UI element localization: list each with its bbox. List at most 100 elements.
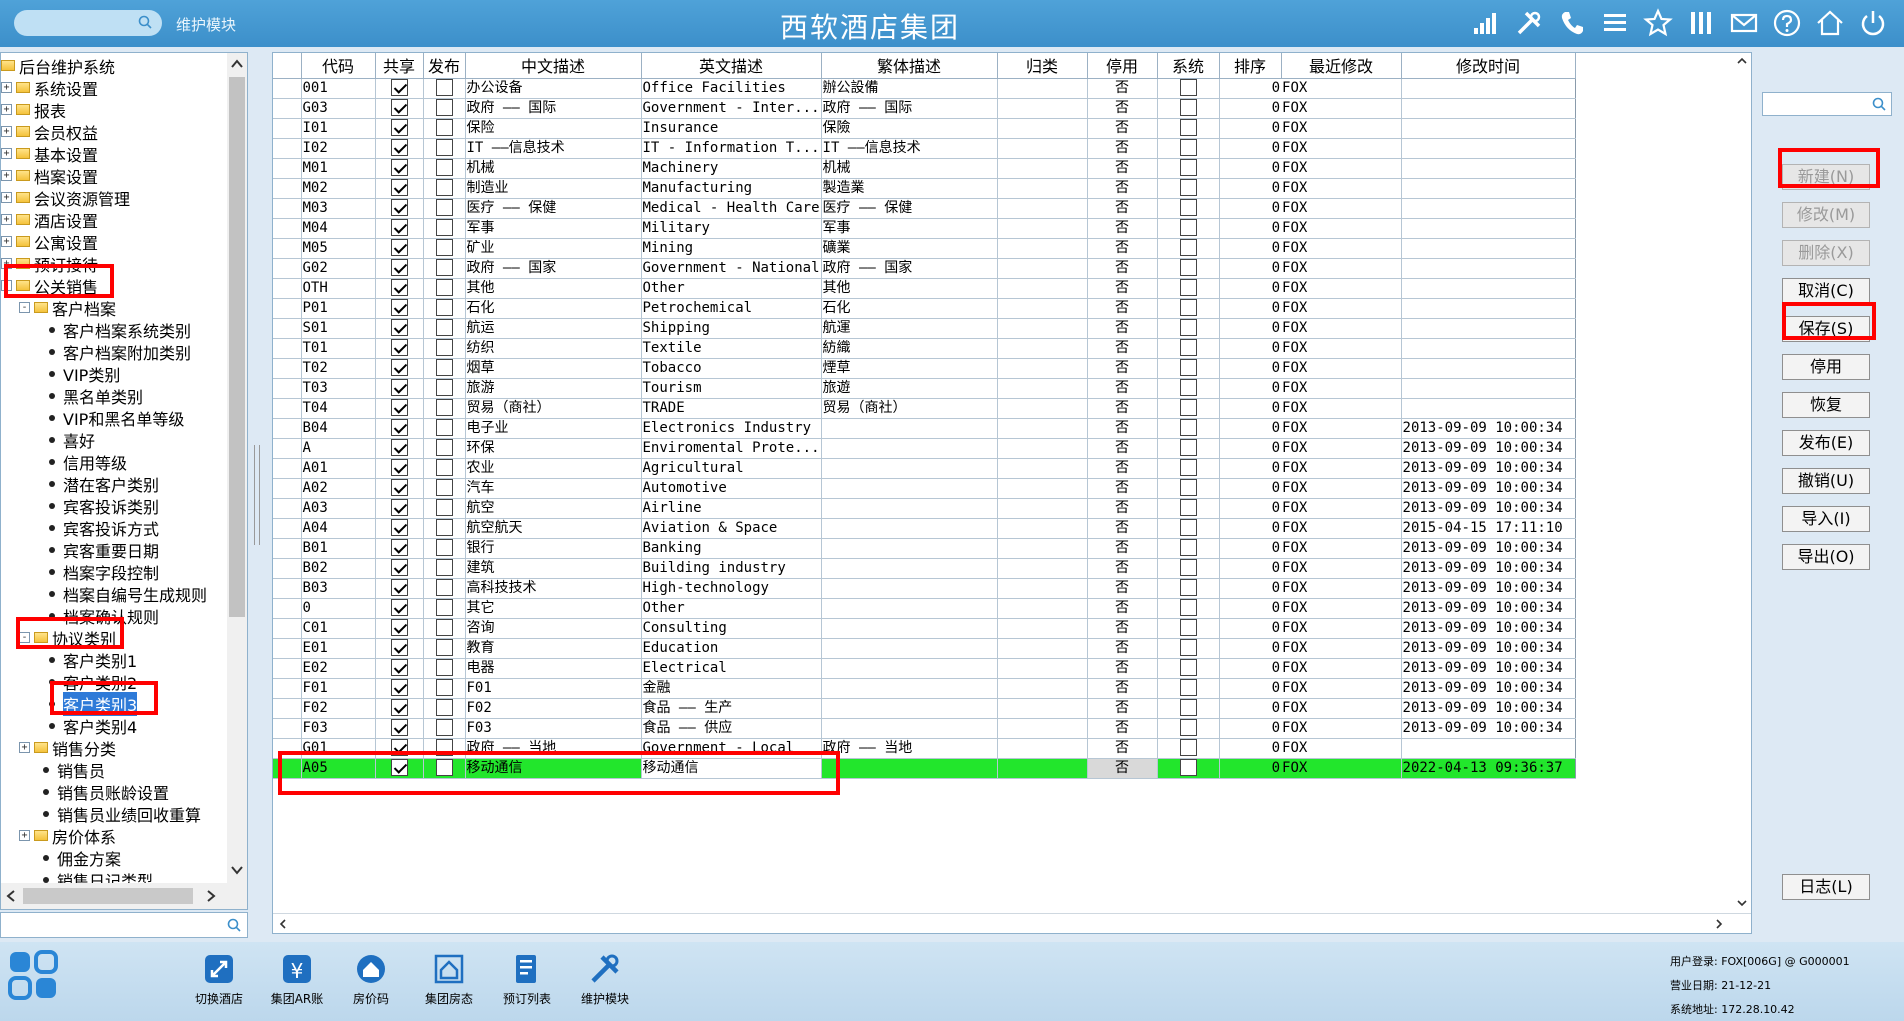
disabled-flag-cell[interactable]: 否 [1087, 518, 1158, 539]
share-checkbox[interactable] [390, 579, 408, 596]
publish-checkbox[interactable] [435, 519, 453, 536]
modified-time-cell[interactable]: 2013-09-09 10:00:34 [1401, 658, 1576, 679]
category-cell[interactable] [997, 218, 1088, 239]
tw-desc-cell[interactable]: 贸易（商社） [821, 398, 998, 419]
disabled-flag-cell[interactable]: 否 [1087, 158, 1158, 179]
table-row[interactable]: G01 政府 —— 当地 Government - Local 政府 —— 当地 否 0 F… [273, 738, 1576, 759]
disabled-flag-cell[interactable]: 否 [1087, 338, 1158, 359]
system-checkbox[interactable] [1179, 339, 1197, 356]
home-icon[interactable] [1813, 6, 1847, 40]
tw-desc-cell[interactable]: 政府 —— 国家 [821, 258, 998, 279]
en-desc-cell[interactable]: Consulting [641, 618, 822, 639]
table-row[interactable]: T01 纺织 Textile 紡織 否 0 FOX [273, 338, 1576, 359]
modified-time-cell[interactable]: 2013-09-09 10:00:34 [1401, 458, 1576, 479]
publish-checkbox[interactable] [435, 179, 453, 196]
scroll-thumb[interactable] [229, 77, 245, 617]
tw-desc-cell[interactable]: 航運 [821, 318, 998, 339]
row-indicator-cell[interactable] [273, 418, 302, 439]
tree-item[interactable]: + 系统设置 [1, 77, 98, 99]
row-indicator-cell[interactable] [273, 438, 302, 459]
en-desc-cell[interactable]: Textile [641, 338, 822, 359]
system-checkbox[interactable] [1179, 559, 1197, 576]
collapse-icon[interactable]: - [19, 632, 30, 643]
tw-desc-cell[interactable] [821, 598, 998, 619]
sort-cell[interactable]: 0 [1219, 678, 1282, 699]
publish-checkbox[interactable] [435, 319, 453, 336]
cn-desc-cell[interactable]: 保险 [465, 118, 642, 139]
disabled-flag-cell[interactable]: 否 [1087, 198, 1158, 219]
row-indicator-cell[interactable] [273, 318, 302, 339]
system-checkbox[interactable] [1179, 359, 1197, 376]
expand-icon[interactable]: + [1, 82, 12, 93]
en-desc-cell[interactable]: TRADE [641, 398, 822, 419]
expand-icon[interactable]: + [1, 170, 12, 181]
tw-desc-cell[interactable]: 煙草 [821, 358, 998, 379]
cn-desc-cell[interactable]: IT ——信息技术 [465, 138, 642, 159]
disabled-flag-cell[interactable]: 否 [1087, 458, 1158, 479]
en-desc-cell[interactable]: Tobacco [641, 358, 822, 379]
publish-checkbox[interactable] [435, 679, 453, 696]
disabled-flag-cell[interactable]: 否 [1087, 478, 1158, 499]
tw-desc-cell[interactable]: 政府 —— 国际 [821, 98, 998, 119]
code-cell[interactable]: G03 [301, 98, 376, 119]
tw-desc-cell[interactable] [821, 618, 998, 639]
code-cell[interactable]: E02 [301, 658, 376, 679]
share-checkbox[interactable] [390, 559, 408, 576]
last-modified-by-cell[interactable]: FOX [1281, 118, 1402, 139]
tree-item[interactable]: 潜在客户类别 [49, 473, 159, 495]
system-checkbox[interactable] [1179, 219, 1197, 236]
share-checkbox[interactable] [390, 719, 408, 736]
code-cell[interactable]: A05 [301, 758, 376, 779]
sort-cell[interactable]: 0 [1219, 318, 1282, 339]
disabled-flag-cell[interactable]: 否 [1087, 138, 1158, 159]
system-checkbox[interactable] [1179, 159, 1197, 176]
help-icon[interactable] [1770, 6, 1804, 40]
menu-icon[interactable] [1598, 6, 1632, 40]
share-checkbox[interactable] [390, 519, 408, 536]
system-checkbox[interactable] [1179, 79, 1197, 96]
cn-desc-cell[interactable]: 政府 —— 当地 [465, 738, 642, 759]
column-header[interactable]: 停用 [1087, 53, 1158, 79]
publish-checkbox[interactable] [435, 359, 453, 376]
share-checkbox[interactable] [390, 199, 408, 216]
modified-time-cell[interactable]: 2013-09-09 10:00:34 [1401, 418, 1576, 439]
tree-item[interactable]: 佣金方案 [43, 847, 121, 869]
share-checkbox[interactable] [390, 399, 408, 416]
tw-desc-cell[interactable] [821, 658, 998, 679]
row-indicator-cell[interactable] [273, 338, 302, 359]
system-checkbox[interactable] [1179, 239, 1197, 256]
share-checkbox[interactable] [390, 679, 408, 696]
row-indicator-cell[interactable] [273, 558, 302, 579]
code-cell[interactable]: I02 [301, 138, 376, 159]
row-indicator-cell[interactable] [273, 538, 302, 559]
share-checkbox[interactable] [390, 359, 408, 376]
tree-item[interactable]: 宾客重要日期 [49, 539, 159, 561]
en-desc-cell[interactable]: 食品 —— 供应 [641, 718, 822, 739]
expand-icon[interactable]: + [1, 214, 12, 225]
column-header[interactable]: 英文描述 [641, 53, 822, 79]
publish-checkbox[interactable] [435, 579, 453, 596]
table-row[interactable]: B04 电子业 Electronics Industry 否 0 FOX 2013-09-0… [273, 418, 1576, 439]
code-cell[interactable]: B02 [301, 558, 376, 579]
disabled-flag-cell[interactable]: 否 [1087, 218, 1158, 239]
tree-item[interactable]: + 报表 [1, 99, 66, 121]
table-row[interactable]: A 环保 Enviromental Prote... 否 0 FOX 2013-09-09 … [273, 438, 1576, 459]
en-desc-cell[interactable]: 食品 —— 生产 [641, 698, 822, 719]
code-cell[interactable]: G02 [301, 258, 376, 279]
row-indicator-cell[interactable] [273, 238, 302, 259]
tree-item[interactable]: 销售日记类型 [43, 869, 153, 883]
cn-desc-cell[interactable]: 高科技技术 [465, 578, 642, 599]
taskbar-item[interactable]: 维护模块 [570, 952, 640, 1007]
sort-cell[interactable]: 0 [1219, 498, 1282, 519]
modified-time-cell[interactable] [1401, 278, 1576, 299]
en-desc-cell[interactable]: Other [641, 598, 822, 619]
share-checkbox[interactable] [390, 119, 408, 136]
sort-cell[interactable]: 0 [1219, 518, 1282, 539]
table-row[interactable]: I01 保险 Insurance 保險 否 0 FOX [273, 118, 1576, 139]
category-cell[interactable] [997, 638, 1088, 659]
en-desc-cell[interactable]: Machinery [641, 158, 822, 179]
category-cell[interactable] [997, 518, 1088, 539]
sort-cell[interactable]: 0 [1219, 198, 1282, 219]
last-modified-by-cell[interactable]: FOX [1281, 358, 1402, 379]
tw-desc-cell[interactable] [821, 538, 998, 559]
